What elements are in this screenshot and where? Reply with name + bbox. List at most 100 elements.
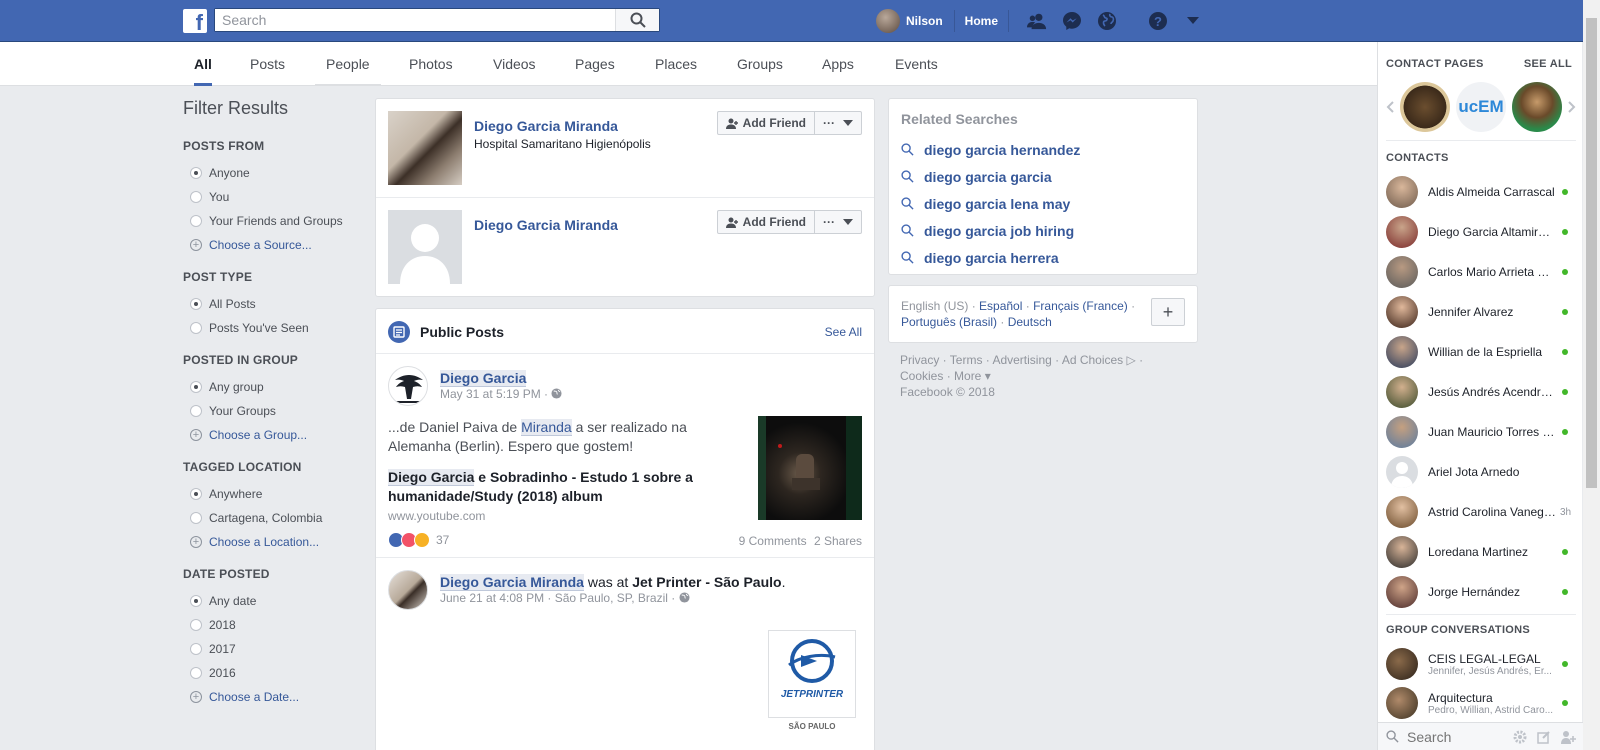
- search-button[interactable]: [615, 9, 659, 31]
- filter-option-posts-seen[interactable]: Posts You've Seen: [183, 316, 353, 340]
- contact-item[interactable]: Jesús Andrés Acendra Díaz: [1386, 372, 1581, 412]
- contact-page-avatar[interactable]: [1512, 82, 1562, 132]
- choose-source-link[interactable]: + Choose a Source...: [183, 233, 353, 257]
- reactions-summary[interactable]: 37: [388, 532, 449, 548]
- filter-option-anywhere[interactable]: Anywhere: [183, 482, 353, 506]
- contact-item[interactable]: Ariel Jota Arnedo: [1386, 452, 1581, 492]
- choose-date-link[interactable]: + Choose a Date...: [183, 685, 353, 709]
- add-friend-button[interactable]: Add Friend: [718, 211, 815, 233]
- radio[interactable]: [190, 619, 202, 631]
- place-logo[interactable]: JETPRINTER: [768, 630, 856, 718]
- shared-link-title[interactable]: Diego Garcia e Sobradinho - Estudo 1 sob…: [388, 468, 708, 506]
- filter-option-any-group[interactable]: Any group: [183, 375, 353, 399]
- group-conversation-item[interactable]: Arquitectura Pedro, Willian, Astrid Caro.…: [1386, 683, 1581, 723]
- radio-selected[interactable]: [190, 381, 202, 393]
- friend-requests-icon[interactable]: [1027, 11, 1047, 31]
- gear-icon[interactable]: [1513, 730, 1527, 744]
- post-timestamp[interactable]: May 31 at 5:19 PM ·: [440, 387, 562, 401]
- filter-option-anyone[interactable]: Anyone: [183, 161, 353, 185]
- contact-page-avatar[interactable]: [1400, 82, 1450, 132]
- related-search-item[interactable]: diego garcia herrera: [901, 244, 1080, 271]
- more-options-button[interactable]: ···: [815, 112, 861, 134]
- tab-groups[interactable]: Groups: [737, 42, 783, 86]
- tab-events[interactable]: Events: [895, 42, 938, 86]
- tab-all[interactable]: All: [194, 42, 212, 86]
- filter-option-2018[interactable]: 2018: [183, 613, 353, 637]
- comments-count[interactable]: 9 Comments: [739, 534, 807, 548]
- contact-item[interactable]: Juan Mauricio Torres Ruiz: [1386, 412, 1581, 452]
- group-conversation-item[interactable]: CEIS LEGAL-LEGAL Jennifer, Jesús Andrés, …: [1386, 644, 1581, 684]
- radio-selected[interactable]: [190, 298, 202, 310]
- home-link[interactable]: Home: [955, 10, 1010, 32]
- radio-selected[interactable]: [190, 595, 202, 607]
- radio-selected[interactable]: [190, 167, 202, 179]
- contact-page-avatar[interactable]: ucEM: [1456, 82, 1506, 132]
- radio[interactable]: [190, 215, 202, 227]
- scrollbar-thumb[interactable]: [1586, 18, 1597, 488]
- profile-photo[interactable]: [388, 111, 462, 185]
- post-author-avatar[interactable]: [388, 570, 428, 610]
- add-friend-button[interactable]: Add Friend: [718, 112, 815, 134]
- notifications-globe-icon[interactable]: [1097, 11, 1117, 31]
- radio[interactable]: [190, 322, 202, 334]
- contact-item[interactable]: Diego Garcia Altamiranda: [1386, 212, 1581, 252]
- tab-people[interactable]: People: [315, 42, 381, 86]
- chat-search-input[interactable]: [1407, 728, 1507, 745]
- link-label[interactable]: Choose a Location...: [209, 535, 319, 549]
- radio[interactable]: [190, 405, 202, 417]
- search-input[interactable]: [215, 9, 605, 31]
- contact-item[interactable]: Carlos Mario Arrieta Pérez: [1386, 252, 1581, 292]
- radio[interactable]: [190, 643, 202, 655]
- tab-posts[interactable]: Posts: [250, 42, 285, 86]
- footer-links-line1[interactable]: Privacy · Terms · Advertising · Ad Choic…: [900, 352, 1200, 368]
- link-label[interactable]: Choose a Source...: [209, 238, 312, 252]
- radio[interactable]: [190, 512, 202, 524]
- language-link[interactable]: Español: [979, 299, 1022, 313]
- tab-pages[interactable]: Pages: [575, 42, 615, 86]
- person-name-link[interactable]: Diego Garcia Miranda: [474, 118, 618, 134]
- contact-item[interactable]: Jorge Hernández: [1386, 572, 1581, 612]
- contact-item[interactable]: Aldis Almeida Carrascal: [1386, 172, 1581, 212]
- post-author-avatar[interactable]: [388, 366, 428, 406]
- radio[interactable]: [190, 191, 202, 203]
- radio[interactable]: [190, 667, 202, 679]
- tab-videos[interactable]: Videos: [493, 42, 536, 86]
- related-search-item[interactable]: diego garcia garcia: [901, 163, 1080, 190]
- new-group-icon[interactable]: [1561, 730, 1577, 744]
- see-all-pages-link[interactable]: SEE ALL: [1524, 58, 1572, 70]
- post-author-link[interactable]: Diego Garcia: [440, 370, 527, 387]
- contact-item[interactable]: Astrid Carolina Vanegas 3h: [1386, 492, 1581, 532]
- language-link[interactable]: Deutsch: [1008, 315, 1052, 329]
- filter-option-any-date[interactable]: Any date: [183, 589, 353, 613]
- chevron-left-icon[interactable]: [1386, 101, 1394, 113]
- link-label[interactable]: Choose a Group...: [209, 428, 307, 442]
- profile-link[interactable]: Nilson: [876, 9, 955, 33]
- video-thumbnail[interactable]: [758, 416, 862, 520]
- add-language-button[interactable]: +: [1151, 298, 1185, 326]
- page-scrollbar[interactable]: [1583, 0, 1600, 750]
- filter-option-cartagena[interactable]: Cartagena, Colombia: [183, 506, 353, 530]
- tab-apps[interactable]: Apps: [822, 42, 854, 86]
- link-label[interactable]: Choose a Date...: [209, 690, 299, 704]
- contact-item[interactable]: Willian de la Espriella: [1386, 332, 1581, 372]
- contact-item[interactable]: Jennifer Alvarez: [1386, 292, 1581, 332]
- contact-item[interactable]: Loredana Martinez: [1386, 532, 1581, 572]
- messenger-icon[interactable]: [1062, 11, 1082, 31]
- person-name-link[interactable]: Diego Garcia Miranda: [474, 217, 618, 233]
- filter-option-friends-groups[interactable]: Your Friends and Groups: [183, 209, 353, 233]
- filter-option-you[interactable]: You: [183, 185, 353, 209]
- filter-option-your-groups[interactable]: Your Groups: [183, 399, 353, 423]
- filter-option-2016[interactable]: 2016: [183, 661, 353, 685]
- more-options-button[interactable]: ···: [815, 211, 861, 233]
- profile-photo-placeholder[interactable]: [388, 210, 462, 284]
- filter-option-2017[interactable]: 2017: [183, 637, 353, 661]
- facebook-logo[interactable]: f: [183, 9, 207, 33]
- choose-location-link[interactable]: + Choose a Location...: [183, 530, 353, 554]
- help-icon[interactable]: ?: [1148, 11, 1168, 31]
- choose-group-link[interactable]: + Choose a Group...: [183, 423, 353, 447]
- chevron-right-icon[interactable]: [1568, 101, 1576, 113]
- tab-photos[interactable]: Photos: [409, 42, 453, 86]
- place-link[interactable]: Jet Printer - São Paulo: [632, 574, 781, 590]
- tab-places[interactable]: Places: [655, 42, 697, 86]
- language-link[interactable]: Português (Brasil): [901, 315, 997, 329]
